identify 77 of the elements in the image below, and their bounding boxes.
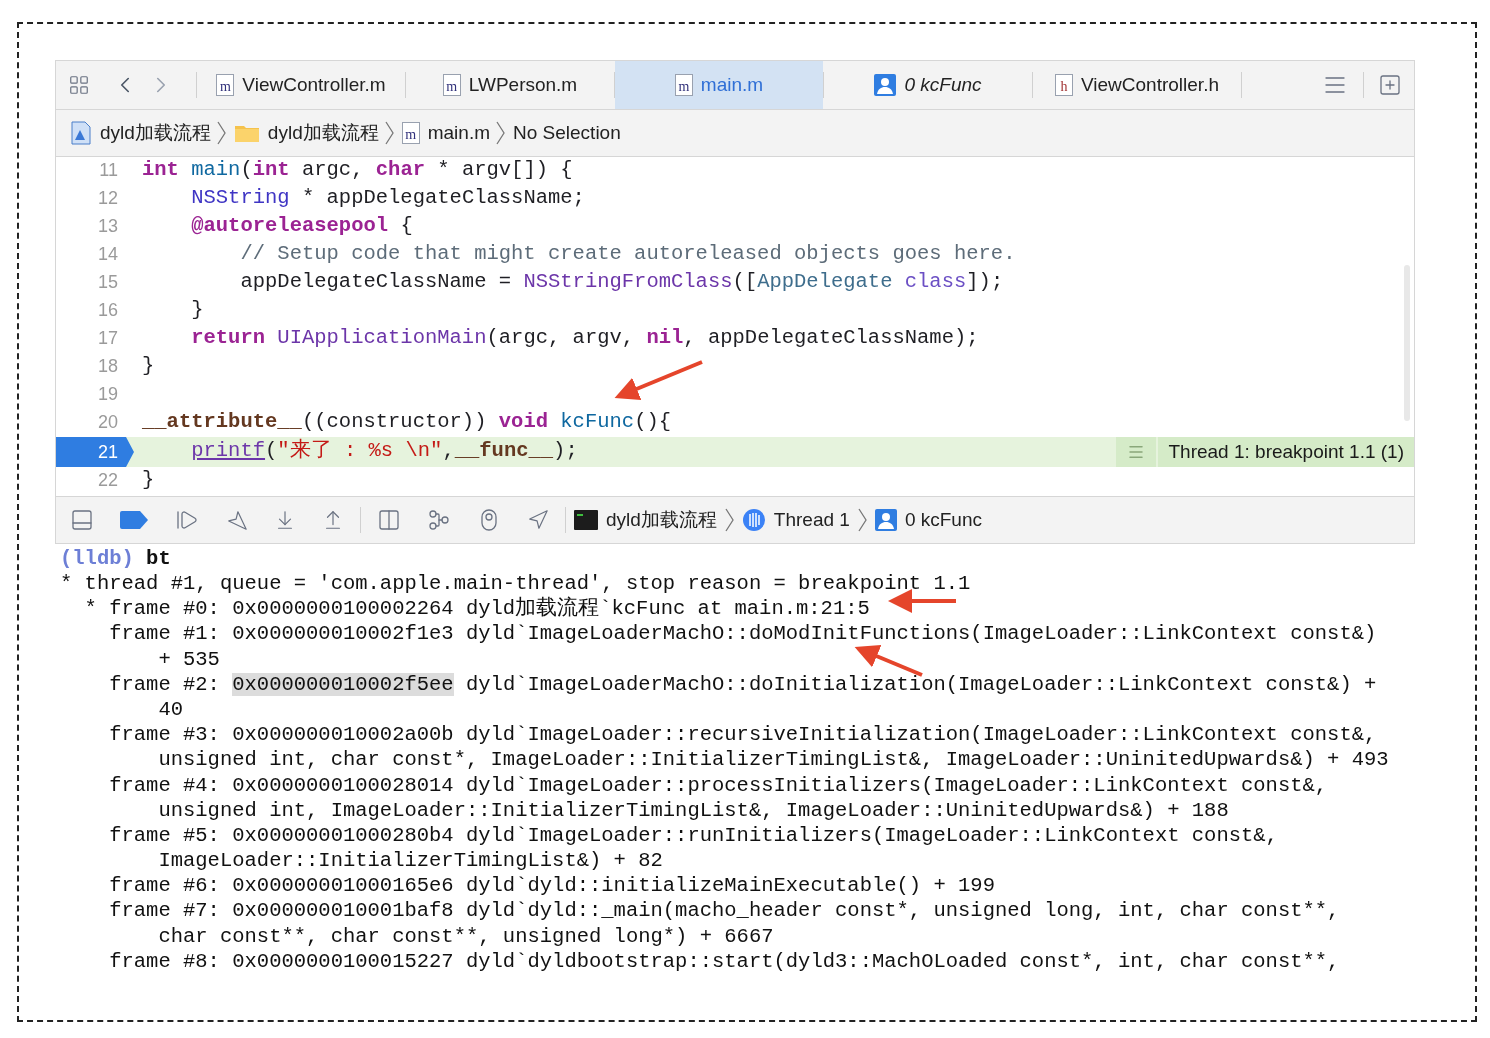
line-number: 12 [96,187,118,211]
line-number: 15 [96,271,118,295]
code-line: } [142,353,155,380]
editor-tab[interactable]: h ViewController.h [1033,61,1241,109]
line-number: 20 [96,411,118,435]
line-number: 19 [96,383,118,407]
console-line: frame #6: 0x00000001000165e6 dyld`dyld::initializeMainExecutable() + 199 [108,873,995,899]
breakpoint-marker[interactable]: 21 [56,436,136,467]
console-line: * thread #1, queue = 'com.apple.main-thread', stop reason = breakpoint 1.1 [60,571,971,596]
file-icon: h [1055,73,1073,96]
code-line: } [190,297,204,324]
memory-graph-icon[interactable] [427,507,451,532]
file-icon: m [401,121,420,144]
separator-icon [384,120,394,145]
view-hierarchy-icon[interactable] [377,507,401,532]
debug-path-item[interactable]: Thread 1 [773,505,850,535]
code-line: NSString * appDelegateClassName; [190,185,585,212]
editor-tab[interactable]: m main.m [615,61,823,109]
console-line: 40 [157,696,184,723]
code-line: __attribute__((constructor)) void kcFunc(){ [142,409,672,436]
console-line: unsigned int, ImageLoader::InitializerTimingList&, ImageLoader::UninitedUpwards&) + 188 [157,797,1229,823]
code-line: // Setup code that might create autoreleased objects goes here. [239,241,1016,268]
line-number: 17 [96,327,118,351]
console-line: ImageLoader::InitializerTimingList&) + 82 [157,848,663,874]
separator-icon [857,507,867,532]
console-line: frame #8: 0x0000000100015227 dyld`dyldbootstrap::start(dyld3::MachOLoaded const*, int, char const**, [108,948,1340,974]
editor-tab[interactable]: m ViewController.m [197,61,405,109]
separator-icon [216,120,226,145]
breakpoint-annotation: Thread 1: breakpoint 1.1 (1) [1158,436,1414,467]
breadcrumb-item[interactable]: dyld加载流程 [267,118,379,148]
console-line: char const**, char const**, unsigned long*) + 6667 [157,923,774,949]
project-icon [70,120,92,145]
separator-icon [496,120,505,145]
line-number: 14 [96,243,118,267]
debug-path-item[interactable]: 0 kcFunc [904,505,982,535]
breadcrumb-item[interactable]: dyld加载流程 [100,118,211,148]
panel-icon[interactable] [70,507,94,532]
editor-tab[interactable]: m LWPerson.m [406,61,614,109]
code-line: @autoreleasepool { [190,213,413,240]
line-number: 18 [96,355,118,379]
thread-icon [741,507,766,532]
code-line: } [142,467,155,494]
separator-icon [724,507,734,532]
code-line: int main(int argc, char * argv[]) { [142,157,573,184]
line-number: 22 [96,469,118,493]
line-number: 11 [98,159,118,183]
code-line: printf("来了 : %s \n",__func__); [190,437,578,465]
console-line: (lldb) bt [60,545,171,571]
console-line: + 535 [157,646,220,672]
annotation-arrow [854,645,923,677]
line-number: 13 [96,215,118,239]
breadcrumb-item[interactable]: main.m [427,118,490,148]
code-line: appDelegateClassName = NSStringFromClass([AppDelegate class]); [239,269,1004,296]
console-line: * frame #0: 0x0000000100002264 dyld加载流程`kcFunc at main.m:21:5 [83,596,870,622]
breakpoint-toggle-icon[interactable] [120,510,148,529]
code-line: return UIApplicationMain(argc, argv, nil, appDelegateClassName); [190,325,979,352]
breadcrumb-item[interactable]: No Selection [513,118,621,148]
console-line: frame #4: 0x0000000100028014 dyld`ImageLoader::processInitializers(ImageLoader::LinkContext const&, [108,772,1328,798]
console-line: frame #1: 0x000000010002f1e3 dyld`ImageLoaderMachO::doModInitFunctions(ImageLoader::LinkContext const&) [108,621,1377,647]
terminal-icon [574,509,598,530]
add-editor-icon[interactable] [1378,72,1402,97]
file-icon: m [674,73,693,96]
location-icon[interactable] [527,508,549,531]
line-number: 16 [96,299,118,323]
file-icon: m [216,73,235,96]
editor-tab[interactable]: 0 kcFunc [824,61,1032,109]
console-line: frame #3: 0x000000010002a00b dyld`ImageLoader::recursiveInitialization(ImageLoader::LinkContext const&, [108,722,1377,748]
annotation-toggle[interactable] [1116,436,1157,467]
console-line: frame #5: 0x00000001000280b4 dyld`ImageLoader::runInitializers(ImageLoader::LinkContext const&, [108,822,1278,849]
file-icon: m [442,73,461,96]
console-line: frame #2: 0x000000010002f5ee dyld`ImageLoaderMachO::doInitialization(ImageLoader::LinkContext const&) + [108,671,1377,697]
console-line: frame #7: 0x000000010001baf8 dyld`dyld::_main(macho_header const*, unsigned long, int, char const**, [108,898,1340,924]
debug-path-item[interactable]: dyld加载流程 [606,505,717,535]
grid-icon[interactable] [68,73,90,96]
console-line: unsigned int, char const*, ImageLoader::InitializerTimingList&, ImageLoader::UninitedUpwards&) + 493 [157,747,1389,773]
person-icon [874,73,897,96]
person-icon [874,508,897,531]
